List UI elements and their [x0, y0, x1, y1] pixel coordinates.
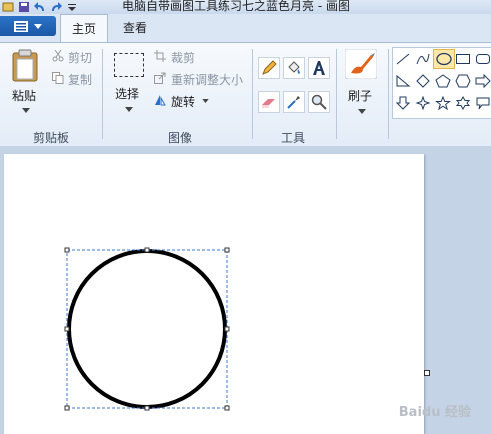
paste-label: 粘贴 — [12, 89, 37, 103]
customize-qat-icon[interactable] — [66, 2, 78, 12]
watermark: Baidu 经验 — [398, 405, 471, 420]
text-a-icon — [313, 61, 325, 75]
crop-label: 裁剪 — [171, 51, 196, 65]
brushes-button[interactable]: 刷子 — [340, 47, 384, 121]
resize-label: 重新调整大小 — [171, 73, 244, 87]
resize-icon — [154, 72, 166, 84]
canvas-drawing — [64, 247, 230, 411]
drawing-canvas[interactable] — [4, 154, 424, 434]
brush-icon — [345, 49, 377, 79]
callout-shape-icon[interactable] — [475, 96, 491, 110]
magnifier-icon — [311, 94, 327, 110]
rotate-label: 旋转 — [171, 95, 196, 109]
eraser-tool[interactable] — [258, 91, 280, 113]
group-divider — [388, 49, 389, 139]
fill-tool[interactable] — [283, 57, 305, 79]
eraser-icon — [262, 99, 275, 108]
chevron-down-icon — [358, 109, 366, 114]
clipboard-group-label: 剪贴板 — [32, 131, 69, 145]
crop-icon — [154, 50, 166, 62]
scissors-icon — [52, 50, 64, 62]
title-bar: 电脑自带画图工具练习七之蓝色月亮 - 画图 — [0, 0, 491, 14]
shapes-gallery — [392, 47, 491, 119]
cut-label: 剪切 — [68, 51, 93, 65]
select-label: 选择 — [115, 87, 140, 101]
canvas-resize-handle[interactable] — [424, 370, 430, 376]
group-divider — [102, 49, 103, 139]
tools-group-label: 工具 — [280, 131, 305, 145]
six-point-star-shape-icon[interactable] — [455, 96, 471, 110]
resize-handle[interactable] — [144, 405, 150, 411]
oval-shape-selected[interactable] — [433, 49, 455, 69]
redo-icon[interactable] — [50, 2, 62, 12]
resize-handle[interactable] — [224, 326, 230, 332]
copy-icon — [52, 72, 64, 84]
text-tool[interactable] — [308, 57, 330, 79]
drawn-circle — [67, 249, 227, 409]
rotate-icon — [155, 95, 166, 106]
resize-handle[interactable] — [144, 247, 150, 253]
selection-icon — [114, 53, 144, 77]
curve-shape-icon[interactable] — [415, 52, 431, 66]
ribbon: 粘贴 剪切 复制 剪贴板 选择 裁剪 重新调整大小 旋转 图像 工具 刷子 — [0, 42, 491, 147]
paint-bucket-icon — [288, 61, 300, 74]
tab-home[interactable]: 主页 — [60, 14, 108, 43]
copy-button[interactable]: 复制 — [52, 71, 98, 87]
chevron-down-icon — [125, 107, 133, 112]
polygon-shape-icon[interactable] — [395, 74, 411, 88]
oval-shape-icon — [436, 52, 452, 66]
eyedropper-icon — [287, 96, 300, 109]
magnifier-tool[interactable] — [308, 91, 330, 113]
resize-handle[interactable] — [224, 405, 230, 411]
window-title: 电脑自带画图工具练习七之蓝色月亮 - 画图 — [122, 0, 350, 13]
hexagon-shape-icon[interactable] — [455, 74, 471, 88]
group-divider — [336, 49, 337, 139]
paint-menu-button[interactable] — [0, 16, 56, 36]
menu-icon — [14, 20, 28, 32]
crop-button[interactable]: 裁剪 — [154, 49, 204, 65]
resize-handle[interactable] — [224, 247, 230, 253]
tab-view[interactable]: 查看 — [112, 14, 158, 42]
chevron-down-icon — [34, 23, 42, 29]
quick-access-toolbar — [0, 0, 78, 14]
resize-handle[interactable] — [64, 247, 70, 253]
color-picker-tool[interactable] — [283, 91, 305, 113]
line-shape-icon[interactable] — [395, 52, 411, 66]
right-arrow-shape-icon[interactable] — [475, 74, 491, 88]
paste-icon — [12, 49, 38, 82]
app-icon — [2, 2, 14, 12]
down-arrow-shape-icon[interactable] — [395, 96, 411, 110]
pencil-tool[interactable] — [258, 57, 280, 79]
five-point-star-shape-icon[interactable] — [435, 96, 451, 110]
undo-icon[interactable] — [34, 2, 46, 12]
cut-button[interactable]: 剪切 — [52, 49, 98, 65]
pencil-icon — [262, 60, 277, 75]
select-button[interactable]: 选择 — [108, 49, 146, 121]
group-divider — [252, 49, 253, 139]
chevron-down-icon — [22, 108, 30, 113]
rectangle-shape-icon[interactable] — [455, 52, 471, 66]
resize-button[interactable]: 重新调整大小 — [154, 71, 246, 87]
image-group-label: 图像 — [167, 131, 192, 145]
chevron-down-icon — [202, 99, 209, 103]
resize-handle[interactable] — [64, 405, 70, 411]
diamond-shape-icon[interactable] — [415, 74, 431, 88]
paste-button[interactable]: 粘贴 — [8, 47, 42, 121]
resize-handle[interactable] — [64, 326, 70, 332]
rounded-rectangle-shape-icon[interactable] — [475, 52, 491, 66]
copy-label: 复制 — [68, 73, 93, 87]
pentagon-shape-icon[interactable] — [435, 74, 451, 88]
brushes-label: 刷子 — [348, 89, 373, 103]
four-point-star-shape-icon[interactable] — [415, 96, 431, 110]
save-icon[interactable] — [18, 2, 30, 12]
rotate-button[interactable]: 旋转 — [154, 93, 210, 109]
